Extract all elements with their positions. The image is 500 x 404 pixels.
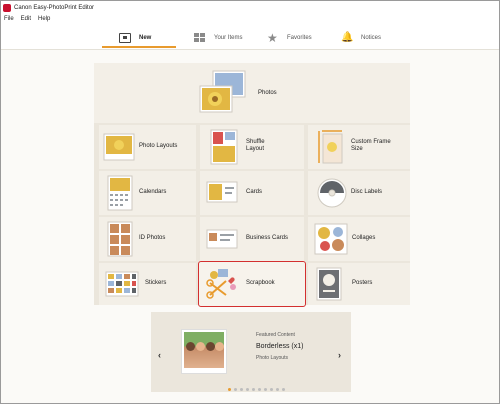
star-icon: ★	[267, 31, 278, 45]
custom-frame-size-icon	[318, 130, 343, 164]
featured-photo-image	[184, 332, 224, 368]
tile-label: Cards	[246, 189, 263, 195]
pagination-dot[interactable]	[234, 388, 237, 391]
tile-photos[interactable]: Photos	[94, 63, 410, 123]
business-card-icon	[206, 229, 238, 249]
cards-icon	[206, 181, 238, 203]
title-bar: Canon Easy-PhotoPrint Editor	[1, 1, 499, 14]
tab-notices[interactable]: 🔔 Notices	[341, 27, 381, 49]
new-icon	[119, 33, 131, 43]
tile-shuffle-layout[interactable]: Shuffle Layout	[200, 125, 304, 169]
tile-label: Shuffle Layout	[246, 139, 265, 152]
tile-id-photos[interactable]: ID Photos	[99, 217, 196, 261]
poster-icon	[316, 267, 342, 301]
tile-label: Posters	[352, 280, 373, 286]
app-logo-icon	[3, 3, 11, 12]
pagination-dot[interactable]	[276, 388, 279, 391]
bell-icon: 🔔	[341, 32, 354, 43]
menu-file[interactable]: File	[4, 16, 14, 22]
id-photos-icon	[107, 221, 133, 257]
tab-bar: New Your Items ★ Favorites 🔔 Notices	[1, 24, 499, 50]
tile-calendars[interactable]: Calendars	[99, 171, 196, 215]
tile-label: Photo Layouts	[139, 143, 178, 149]
pagination-dot[interactable]	[258, 388, 261, 391]
featured-title[interactable]: Borderless (x1)	[256, 343, 303, 350]
stickers-icon	[105, 271, 139, 297]
tile-custom-frame-size[interactable]: Custom Frame Size	[308, 125, 410, 169]
carousel-pagination	[228, 388, 285, 391]
disc-icon	[317, 178, 347, 208]
tile-collages[interactable]: Collages	[308, 217, 410, 261]
grid-icon	[194, 33, 206, 43]
featured-heading: Featured Content	[256, 332, 295, 338]
tab-label: Notices	[361, 35, 382, 41]
tile-scrapbook[interactable]: Scrapbook	[198, 261, 306, 307]
category-grid: Photos Photo Layouts Shuffle Layout Cust…	[94, 63, 410, 307]
tile-cards[interactable]: Cards	[200, 171, 304, 215]
tab-favorites[interactable]: ★ Favorites	[267, 27, 312, 49]
tile-label: Photos	[258, 90, 277, 96]
pagination-dot[interactable]	[264, 388, 267, 391]
pagination-dot[interactable]	[282, 388, 285, 391]
calendar-icon	[107, 175, 133, 211]
tile-label: Disc Labels	[351, 189, 383, 195]
tile-label: Calendars	[139, 189, 167, 195]
pagination-dot[interactable]	[240, 388, 243, 391]
photo-layouts-icon	[103, 133, 135, 161]
carousel-prev-button[interactable]: ‹	[158, 350, 161, 360]
person-shape	[206, 342, 215, 351]
app-window: Canon Easy-PhotoPrint Editor File Edit H…	[0, 0, 500, 404]
collage-icon	[314, 223, 348, 255]
tab-label: New	[139, 35, 152, 41]
active-tab-indicator	[102, 46, 176, 48]
featured-thumbnail[interactable]	[181, 329, 227, 374]
scrapbook-icon	[206, 269, 236, 299]
tile-photo-layouts[interactable]: Photo Layouts	[99, 125, 196, 169]
shuffle-layout-icon	[210, 129, 238, 165]
photos-thumbnail-icon	[199, 70, 246, 113]
person-shape	[215, 342, 224, 351]
menu-bar: File Edit Help	[1, 14, 499, 24]
menu-help[interactable]: Help	[38, 16, 50, 22]
pagination-dot[interactable]	[228, 388, 231, 391]
window-title: Canon Easy-PhotoPrint Editor	[14, 4, 95, 11]
tile-stickers[interactable]: Stickers	[99, 263, 196, 305]
tile-business-cards[interactable]: Business Cards	[200, 217, 304, 261]
featured-content-carousel: ‹ Featured Content Borderless (x1) Photo…	[151, 312, 351, 392]
featured-category: Photo Layouts	[256, 355, 288, 361]
pagination-dot[interactable]	[252, 388, 255, 391]
carousel-next-button[interactable]: ›	[338, 350, 341, 360]
tile-label: Scrapbook	[246, 280, 275, 286]
tile-disc-labels[interactable]: Disc Labels	[308, 171, 410, 215]
tab-label: Your Items	[214, 35, 243, 41]
menu-edit[interactable]: Edit	[21, 16, 31, 22]
tile-label: Custom Frame Size	[351, 139, 391, 152]
tile-posters[interactable]: Posters	[308, 263, 410, 305]
tile-label: Business Cards	[246, 235, 289, 241]
tab-your-items[interactable]: Your Items	[194, 27, 242, 49]
pagination-dot[interactable]	[270, 388, 273, 391]
tile-label: Stickers	[145, 280, 167, 286]
pagination-dot[interactable]	[246, 388, 249, 391]
tile-label: ID Photos	[139, 235, 166, 241]
tab-label: Favorites	[287, 35, 312, 41]
tile-label: Collages	[352, 235, 376, 241]
person-shape	[196, 342, 205, 351]
person-shape	[186, 342, 195, 351]
